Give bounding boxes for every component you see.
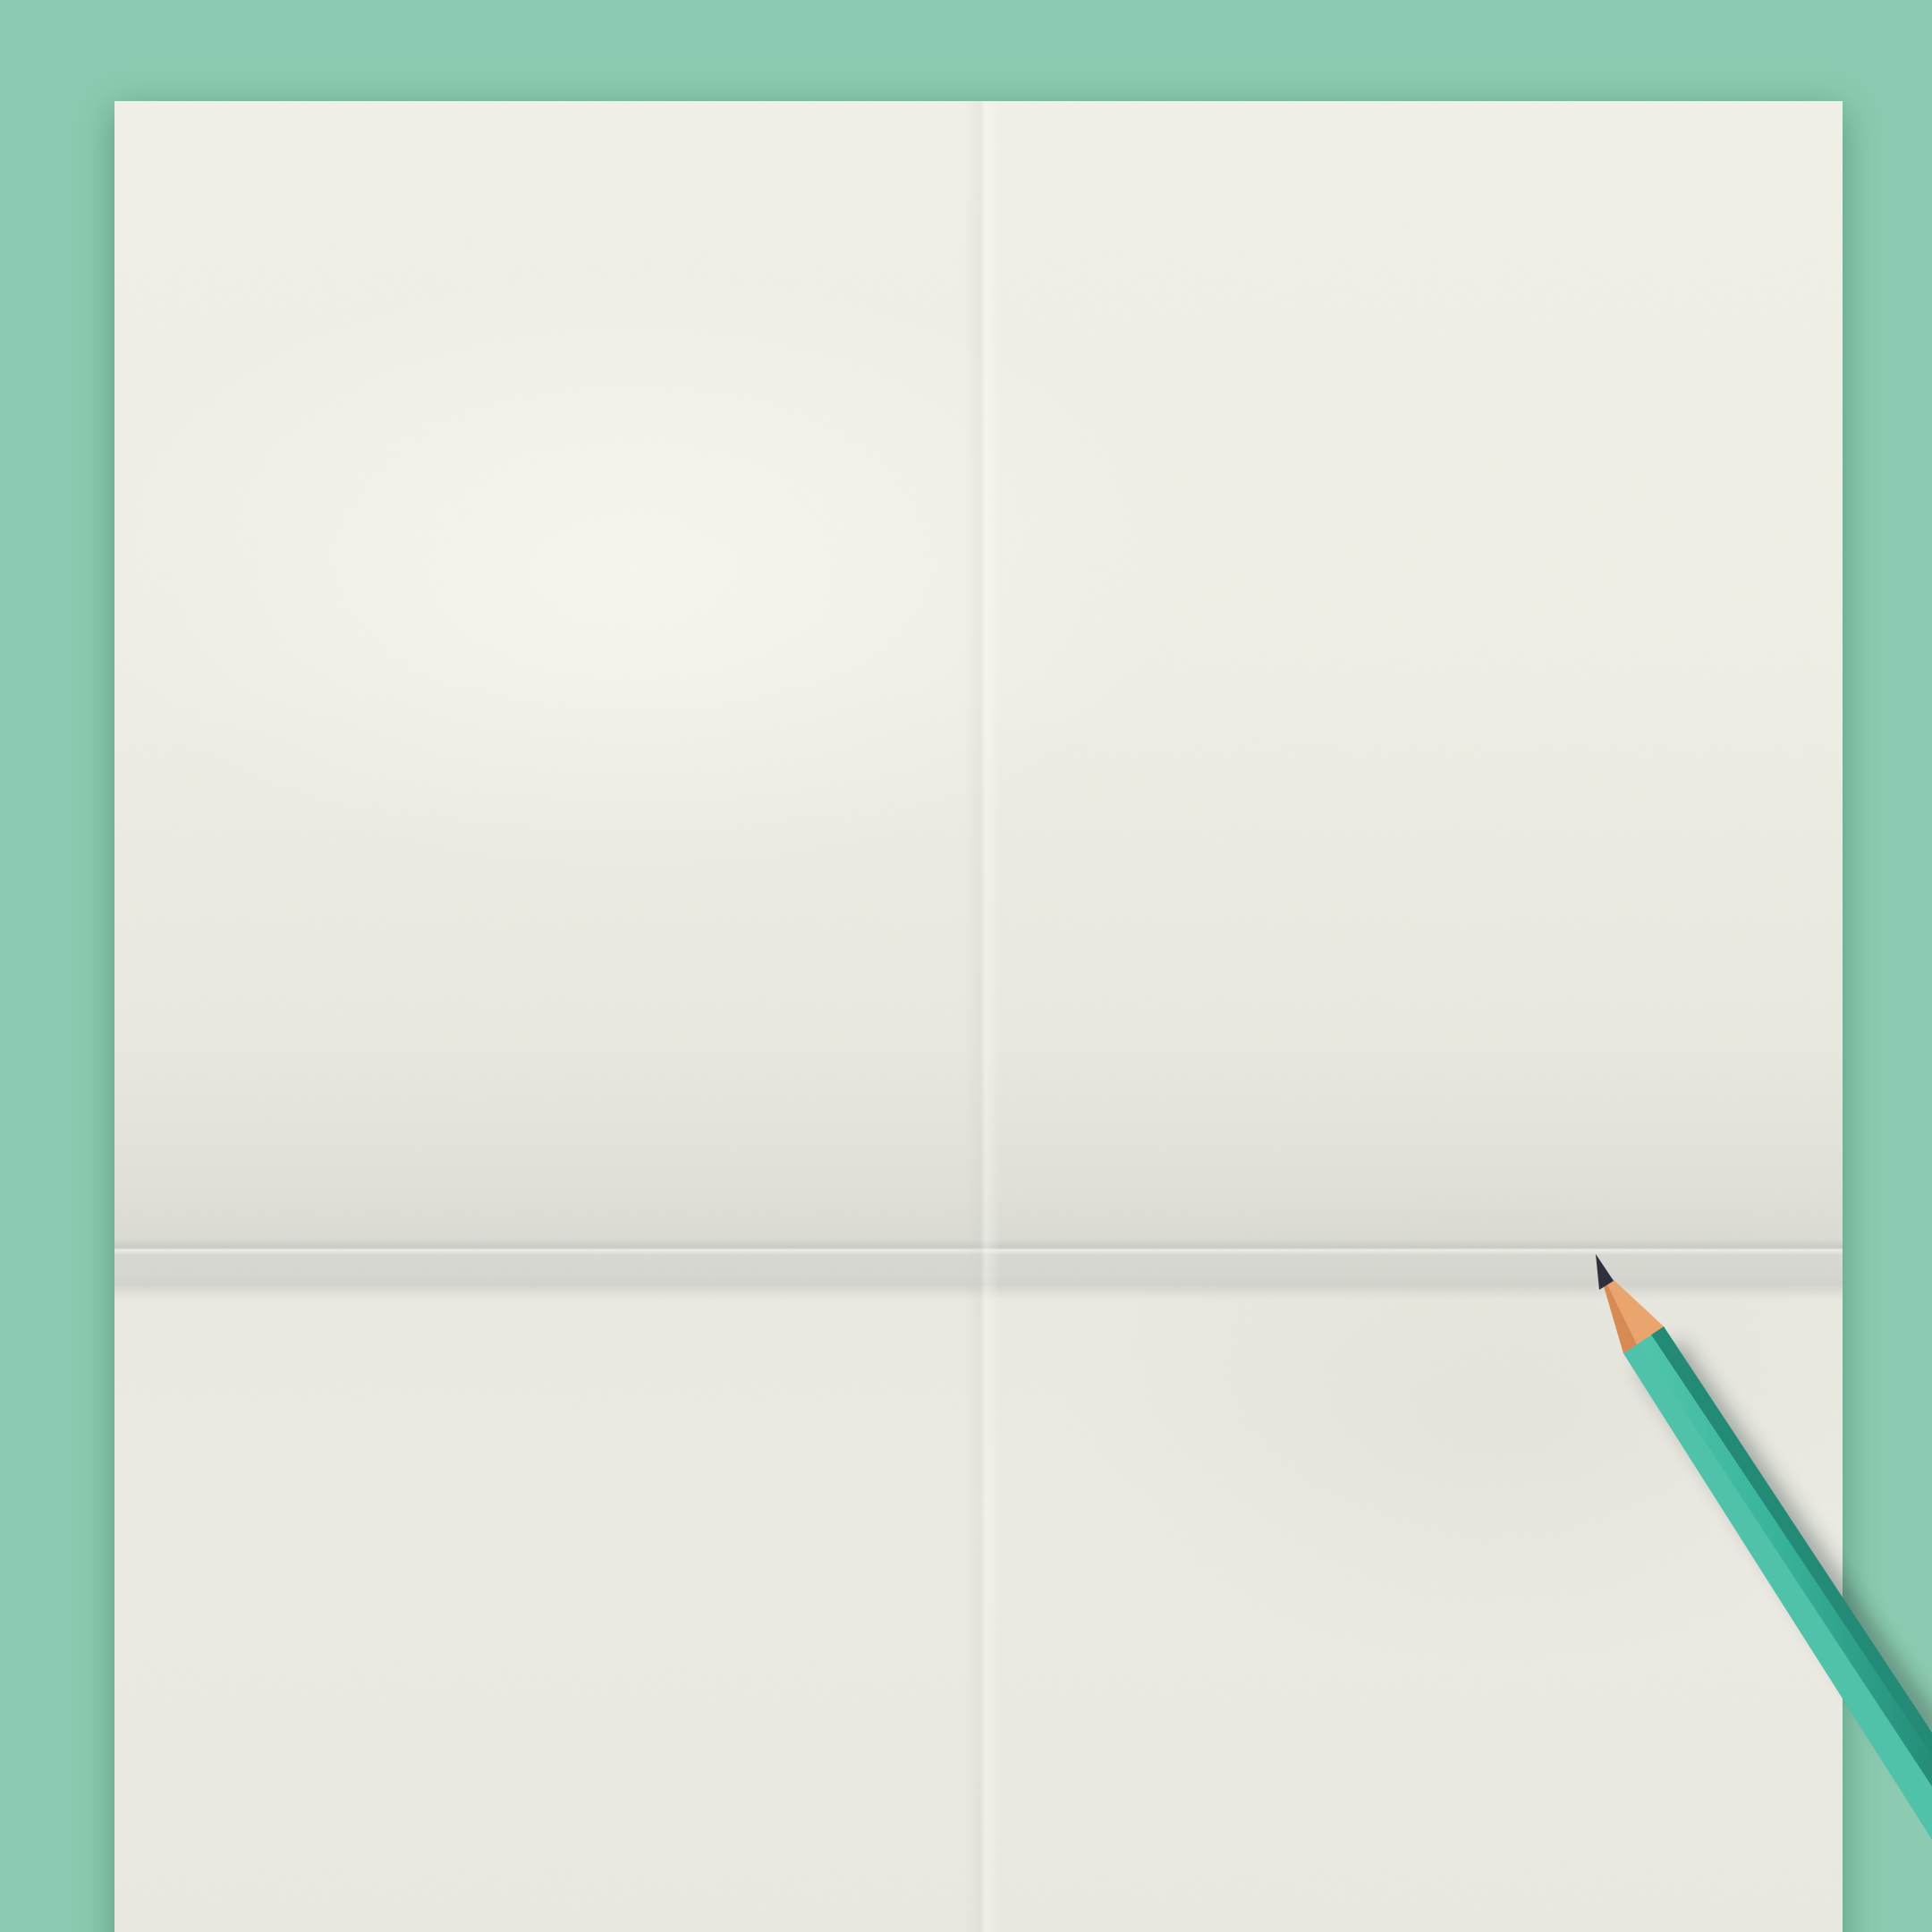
scene [0, 0, 1932, 1932]
pencil-icon [1596, 1254, 1932, 1840]
